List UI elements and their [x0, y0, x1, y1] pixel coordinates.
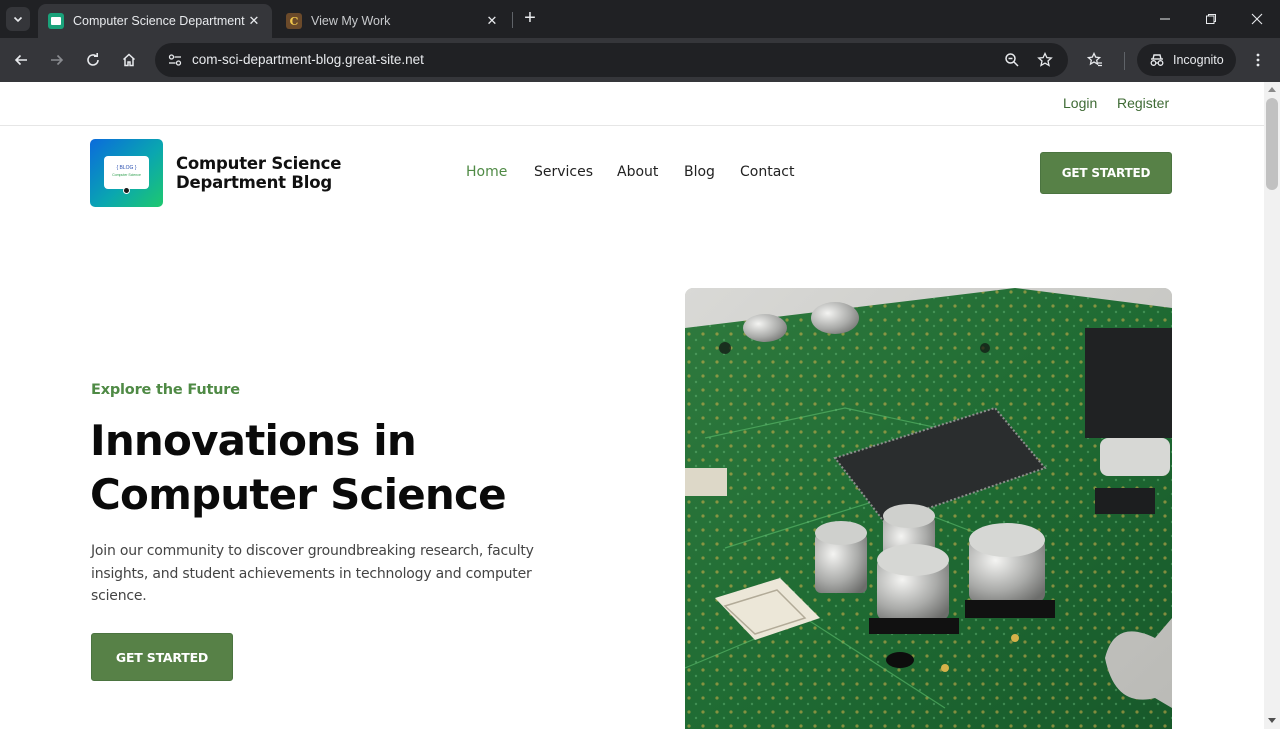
restore-button[interactable]	[1188, 6, 1234, 32]
menu-button[interactable]	[1245, 47, 1271, 73]
minimize-icon	[1160, 18, 1170, 20]
hero-get-started-button[interactable]: GET STARTED	[91, 633, 233, 681]
new-tab-button[interactable]: +	[519, 8, 541, 30]
tab-separator	[512, 12, 513, 28]
home-button[interactable]	[116, 47, 142, 73]
star-list-icon	[1087, 52, 1102, 67]
close-icon[interactable]: ✕	[484, 13, 500, 29]
zoom-icon	[1005, 53, 1019, 67]
tab-bar: Computer Science Department ✕ C View My …	[0, 0, 1280, 38]
restore-icon	[1206, 14, 1216, 24]
nav-blog[interactable]: Blog	[684, 164, 715, 180]
browser-toolbar: com-sci-department-blog.great-site.net I…	[0, 38, 1280, 82]
tab-title: Computer Science Department	[73, 14, 245, 28]
scroll-up-icon[interactable]	[1268, 87, 1276, 92]
register-link[interactable]: Register	[1117, 95, 1169, 111]
logo-dot-icon	[123, 187, 130, 194]
nav-services[interactable]: Services	[534, 164, 593, 180]
work-favicon-icon: C	[286, 13, 302, 29]
scroll-thumb[interactable]	[1266, 98, 1278, 190]
hero-lead-text: Join our community to discover groundbre…	[91, 543, 534, 604]
back-button[interactable]	[8, 47, 34, 73]
hero-headline: Innovations in Computer Science	[90, 416, 507, 519]
close-icon[interactable]: ✕	[246, 13, 262, 29]
star-icon	[1037, 52, 1053, 67]
nav-about[interactable]: About	[617, 164, 658, 180]
toolbar-separator	[1124, 52, 1125, 70]
hero-eyebrow: Explore the Future	[91, 382, 240, 398]
page-scrollbar[interactable]	[1264, 82, 1280, 729]
minimize-button[interactable]	[1142, 6, 1188, 32]
bookmark-star-button[interactable]	[1033, 48, 1057, 72]
page-viewport: Login Register { BLOG } Computer Science…	[0, 82, 1264, 729]
incognito-indicator[interactable]: Incognito	[1137, 44, 1236, 76]
site-favicon-icon	[48, 13, 64, 29]
tab-title: View My Work	[311, 14, 391, 28]
chevron-down-icon	[13, 16, 23, 23]
close-icon	[1251, 13, 1263, 25]
nav-home[interactable]: Home	[466, 164, 507, 180]
home-icon	[122, 53, 136, 67]
nav-contact[interactable]: Contact	[740, 164, 794, 180]
brand-name[interactable]: Computer Science Department Blog	[176, 154, 376, 192]
top-utility-bar: Login Register	[0, 82, 1264, 126]
tab-view-my-work[interactable]: C View My Work ✕	[276, 4, 510, 38]
logo-card: { BLOG } Computer Science	[104, 156, 149, 189]
tab-search-button[interactable]	[6, 7, 30, 31]
tab-computer-science[interactable]: Computer Science Department ✕	[38, 4, 272, 38]
incognito-label: Incognito	[1173, 53, 1224, 67]
incognito-icon	[1150, 54, 1164, 66]
logo-line2: Computer Science	[112, 173, 141, 177]
arrow-left-icon	[14, 54, 27, 66]
reload-icon	[87, 53, 99, 66]
url-text: com-sci-department-blog.great-site.net	[192, 52, 424, 67]
login-link[interactable]: Login	[1063, 95, 1097, 111]
address-bar[interactable]: com-sci-department-blog.great-site.net	[155, 43, 1068, 77]
zoom-button[interactable]	[1000, 48, 1024, 72]
arrow-right-icon	[51, 54, 64, 66]
reload-button[interactable]	[80, 47, 106, 73]
scroll-down-icon[interactable]	[1268, 718, 1276, 723]
logo-line1: { BLOG }	[116, 165, 137, 171]
hero-circuit-board-image	[685, 288, 1172, 729]
forward-button[interactable]	[44, 47, 70, 73]
bookmarks-button[interactable]	[1082, 47, 1108, 73]
more-vertical-icon	[1256, 53, 1260, 67]
site-info-icon[interactable]	[163, 48, 187, 72]
header-get-started-button[interactable]: GET STARTED	[1040, 152, 1172, 194]
site-logo[interactable]: { BLOG } Computer Science	[90, 139, 163, 207]
close-window-button[interactable]	[1234, 6, 1280, 32]
